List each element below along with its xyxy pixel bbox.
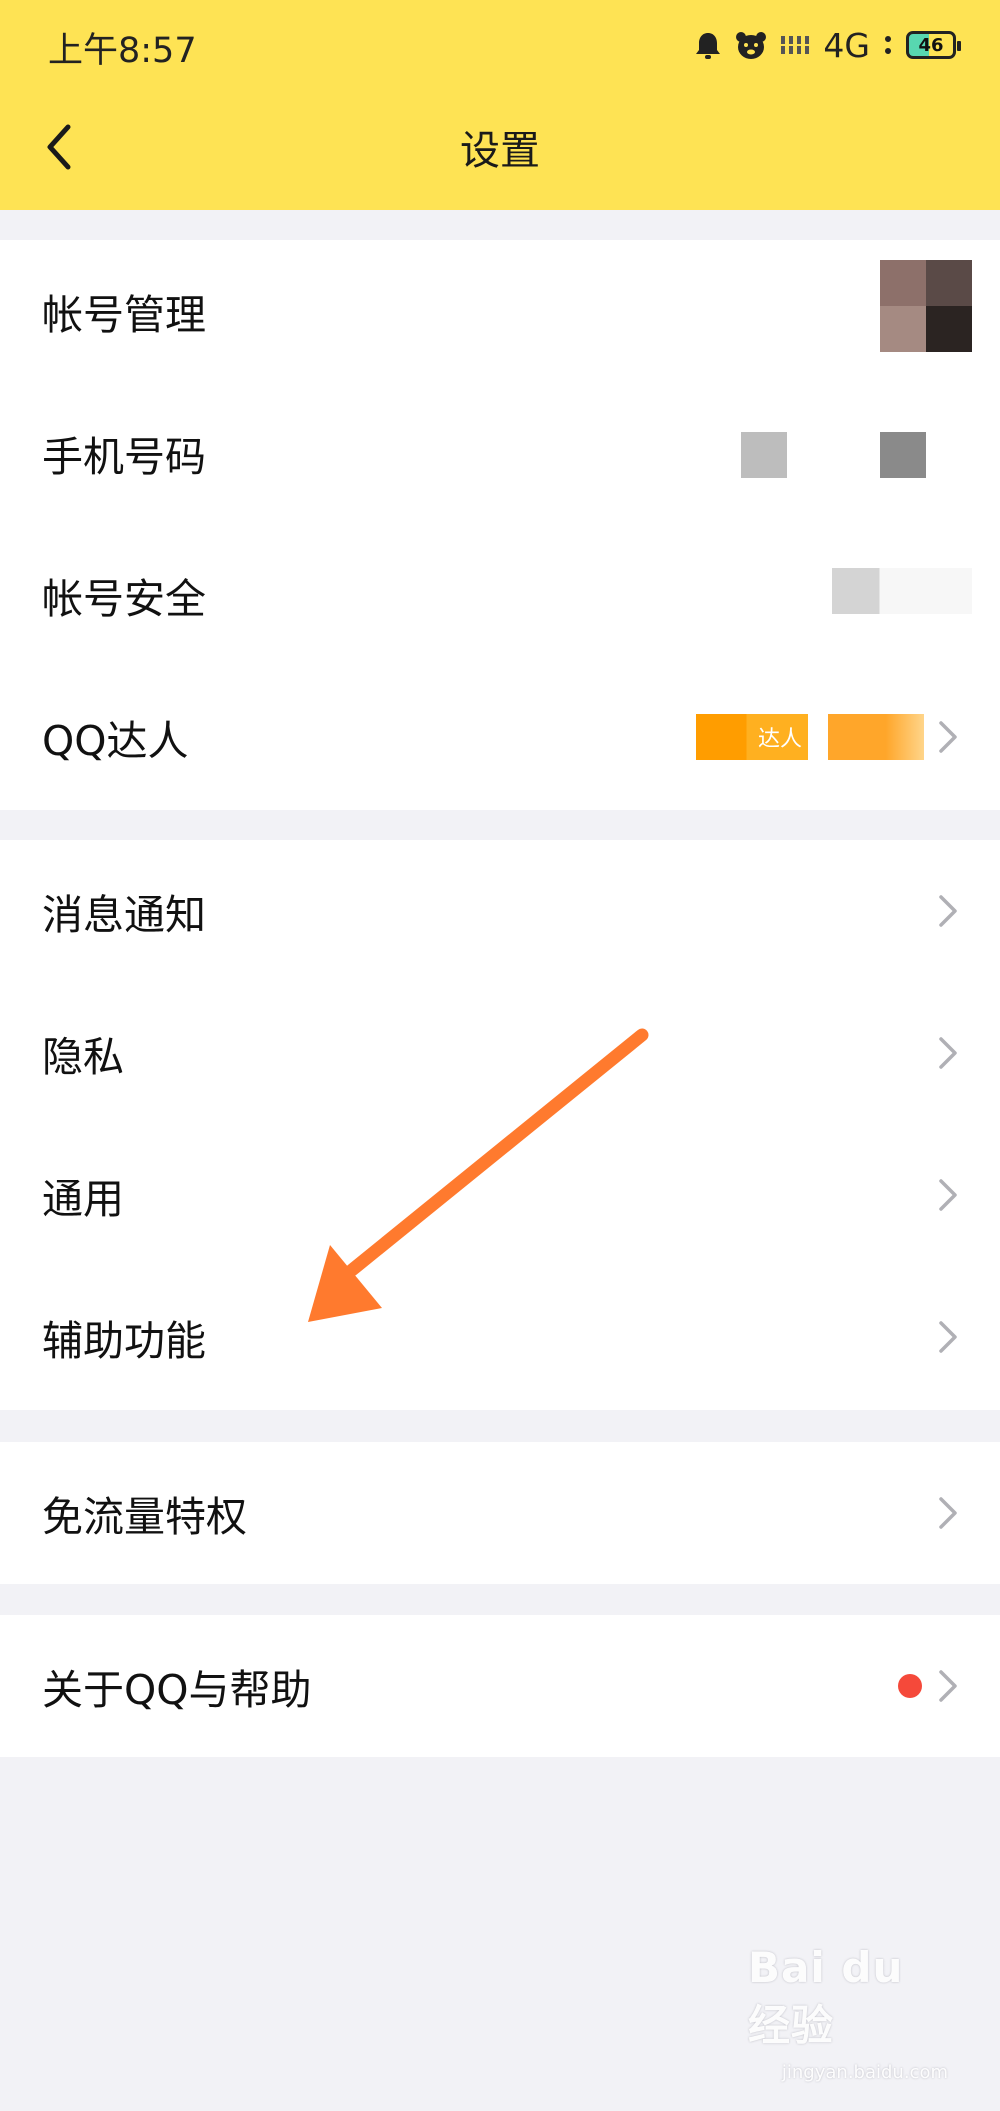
data-privilege-group: 免流量特权 — [0, 1442, 1000, 1584]
about-group: 关于QQ与帮助 — [0, 1615, 1000, 1757]
network-type: 4G — [823, 25, 870, 65]
masked-security-status — [832, 568, 972, 614]
new-badge-dot — [898, 1674, 922, 1698]
signal-icon — [781, 36, 810, 54]
row-data-free-privilege[interactable]: 免流量特权 — [0, 1442, 1000, 1584]
row-general[interactable]: 通用 — [0, 1124, 1000, 1266]
row-label: 隐私 — [42, 1033, 124, 1081]
row-label: QQ达人 — [42, 717, 189, 765]
row-label: 手机号码 — [42, 433, 206, 481]
qq-master-badge-right — [828, 714, 924, 760]
status-bar: 上午8:57 4G 46 — [0, 0, 1000, 92]
chevron-right-icon — [939, 895, 957, 927]
row-phone-number[interactable]: 手机号码 — [0, 382, 1000, 524]
masked-phone-right — [880, 432, 926, 478]
watermark-main: Bai du 经验 — [748, 1943, 904, 2050]
status-icons: 4G 46 — [695, 24, 961, 66]
top-bar: 上午8:57 4G 46 设置 — [0, 0, 1000, 210]
qq-master-badge-left: 达人 — [696, 714, 808, 760]
row-label: 辅助功能 — [42, 1317, 206, 1365]
chevron-right-icon — [939, 721, 957, 753]
row-label: 帐号管理 — [42, 291, 206, 339]
chevron-right-icon — [939, 1497, 957, 1529]
row-message-notifications[interactable]: 消息通知 — [0, 840, 1000, 982]
row-label: 消息通知 — [42, 891, 206, 939]
data-activity-icon — [885, 36, 891, 54]
chevron-right-icon — [939, 1670, 957, 1702]
battery-level: 46 — [918, 34, 944, 56]
alarm-icon — [696, 33, 721, 59]
chevron-right-icon — [939, 1037, 957, 1069]
masked-phone-left — [741, 432, 787, 478]
status-time: 上午8:57 — [48, 31, 197, 71]
battery-indicator: 46 — [906, 31, 961, 59]
row-accessibility[interactable]: 辅助功能 — [0, 1266, 1000, 1408]
row-privacy[interactable]: 隐私 — [0, 982, 1000, 1124]
account-group: 帐号管理 手机号码 帐号安全 QQ达人 达人 — [0, 240, 1000, 810]
chevron-right-icon — [939, 1321, 957, 1353]
page-title: 设置 — [460, 128, 540, 174]
avatar — [880, 260, 972, 352]
qq-master-badge-text: 达人 — [757, 727, 802, 752]
row-label: 关于QQ与帮助 — [42, 1666, 312, 1714]
bear-icon — [736, 32, 767, 59]
row-account-management[interactable]: 帐号管理 — [0, 240, 1000, 382]
row-label: 免流量特权 — [42, 1493, 247, 1541]
row-account-security[interactable]: 帐号安全 — [0, 524, 1000, 666]
watermark-sub: jingyan.baidu.com — [781, 2062, 948, 2083]
row-qq-master[interactable]: QQ达人 达人 — [0, 666, 1000, 808]
row-about-help[interactable]: 关于QQ与帮助 — [0, 1615, 1000, 1757]
chevron-right-icon — [939, 1179, 957, 1211]
row-label: 帐号安全 — [42, 575, 206, 623]
watermark: Bai du 经验 jingyan.baidu.com — [748, 1943, 948, 2083]
row-label: 通用 — [42, 1175, 124, 1223]
general-group: 消息通知 隐私 通用 辅助功能 — [0, 840, 1000, 1410]
